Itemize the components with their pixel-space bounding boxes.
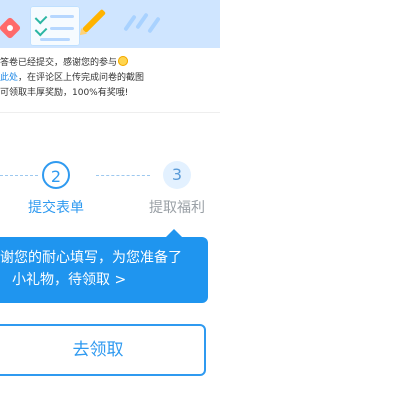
reward-tooltip[interactable]: 谢您的耐心填写，为您准备了 小礼物，待领取 > [0, 229, 208, 303]
submission-message: 答卷已经提交，感谢您的参与 此处，在评论区上传完成问卷的截图 可领取丰厚奖励，1… [0, 56, 220, 101]
decor-stripe [147, 16, 161, 34]
tooltip-line-1: 谢您的耐心填写，为您准备了 [0, 250, 182, 266]
survey-complete-panel: 答卷已经提交，感谢您的参与 此处，在评论区上传完成问卷的截图 可领取丰厚奖励，1… [0, 0, 220, 420]
ticket-icon [0, 16, 22, 40]
tooltip-pointer [166, 229, 182, 237]
decor-stripe [123, 14, 137, 32]
top-banner [0, 0, 220, 48]
step-2-indicator: 2 [42, 161, 70, 189]
message-line-1: 答卷已经提交，感谢您的参与 [0, 58, 118, 68]
message-line-2: ，在评论区上传完成问卷的截图 [18, 73, 145, 83]
message-line-3: 可领取丰厚奖励，100%有奖哦! [0, 88, 129, 98]
step-connector [96, 175, 150, 176]
claim-reward-button[interactable]: 去领取 [0, 324, 206, 376]
checklist-document-icon [30, 6, 80, 46]
upload-here-link[interactable]: 此处 [0, 73, 18, 83]
smile-emoji-icon [118, 56, 129, 66]
tooltip-line-2: 小礼物，待领取 > [12, 272, 127, 288]
decor-stripe [135, 12, 149, 30]
step-connector [0, 175, 38, 176]
pencil-icon [81, 8, 107, 34]
divider [0, 112, 220, 113]
step-3-label: 提取福利 [149, 200, 205, 216]
step-3-indicator: 3 [163, 161, 191, 189]
step-2-label: 提交表单 [28, 200, 84, 216]
